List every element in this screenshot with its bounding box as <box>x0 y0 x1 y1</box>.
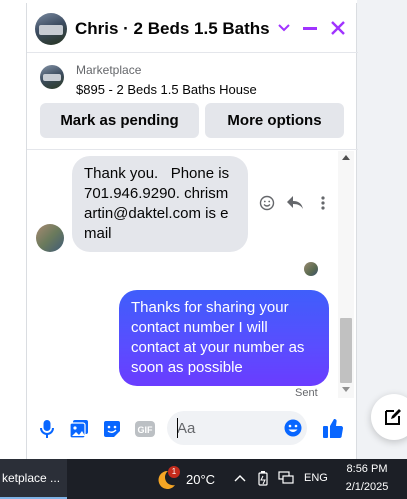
reply-icon <box>287 196 303 209</box>
chevron-up-icon[interactable] <box>232 470 248 486</box>
sent-status: Sent <box>295 387 318 398</box>
photo-icon <box>69 420 88 439</box>
temperature[interactable]: 20°C <box>186 472 215 487</box>
chat-header: Chris · 2 Beds 1.5 Baths Ho... <box>27 3 358 53</box>
thumbs-up-icon <box>323 419 344 439</box>
photo-button[interactable] <box>67 417 91 441</box>
smiley-icon <box>259 195 275 211</box>
emoji-icon <box>284 419 302 437</box>
listing-source: Marketplace <box>76 63 142 77</box>
reply-button[interactable] <box>285 193 305 213</box>
compose-icon <box>385 409 401 425</box>
sender-avatar <box>36 224 64 252</box>
incoming-message[interactable]: Thank you. Phone is 701.946.9290. chrism… <box>72 156 248 252</box>
message-list: Thank you. Phone is 701.946.9290. chrism… <box>27 151 358 398</box>
chevron-down-icon[interactable] <box>272 16 296 40</box>
scrollbar[interactable] <box>338 151 354 398</box>
background-strip <box>357 0 407 459</box>
minimize-button[interactable] <box>298 16 322 40</box>
close-icon <box>331 21 345 35</box>
clock-date[interactable]: 2/1/2025 <box>342 481 392 493</box>
scroll-up-icon[interactable] <box>342 155 350 160</box>
marketplace-listing: Marketplace $895 - 2 Beds 1.5 Baths Hous… <box>27 54 358 150</box>
scroll-down-icon[interactable] <box>342 387 350 392</box>
like-button[interactable] <box>321 416 345 440</box>
clock-time[interactable]: 8:56 PM <box>344 463 390 475</box>
battery-icon[interactable] <box>255 470 271 486</box>
gif-icon: GIF <box>135 421 155 437</box>
minimize-icon <box>303 27 317 30</box>
sticker-button[interactable] <box>100 417 124 441</box>
weather-badge: 1 <box>168 466 180 478</box>
message-composer: GIF <box>27 399 358 459</box>
mark-as-pending-button[interactable]: Mark as pending <box>40 103 199 138</box>
chat-window: Chris · 2 Beds 1.5 Baths Ho... Marketpla… <box>26 3 358 459</box>
taskbar-app-button[interactable]: ketplace ... <box>0 459 67 499</box>
network-icon[interactable] <box>278 470 294 486</box>
emoji-button[interactable] <box>283 418 303 438</box>
contact-avatar[interactable] <box>35 13 67 45</box>
microphone-button[interactable] <box>35 417 59 441</box>
sticker-icon <box>104 421 120 437</box>
react-button[interactable] <box>257 193 277 213</box>
more-options-button[interactable]: More options <box>205 103 344 138</box>
input-language[interactable]: ENG <box>304 472 328 484</box>
listing-title[interactable]: $895 - 2 Beds 1.5 Baths House <box>76 82 257 97</box>
more-vertical-icon <box>321 196 325 210</box>
scrollbar-thumb[interactable] <box>340 318 352 383</box>
microphone-icon <box>40 420 54 438</box>
svg-text:GIF: GIF <box>138 425 154 435</box>
close-button[interactable] <box>326 16 350 40</box>
message-actions <box>257 193 337 213</box>
outgoing-message[interactable]: Thanks for sharing your contact number I… <box>119 290 329 386</box>
more-button[interactable] <box>313 193 333 213</box>
taskbar: ketplace ... 1 20°C ENG 8:56 PM 2/1/2025 <box>0 459 407 499</box>
seen-indicator-avatar <box>304 262 318 276</box>
chat-title[interactable]: Chris · 2 Beds 1.5 Baths Ho... <box>75 19 275 39</box>
gif-button[interactable]: GIF <box>133 417 157 441</box>
text-caret <box>177 418 178 438</box>
listing-thumbnail[interactable] <box>40 65 64 89</box>
